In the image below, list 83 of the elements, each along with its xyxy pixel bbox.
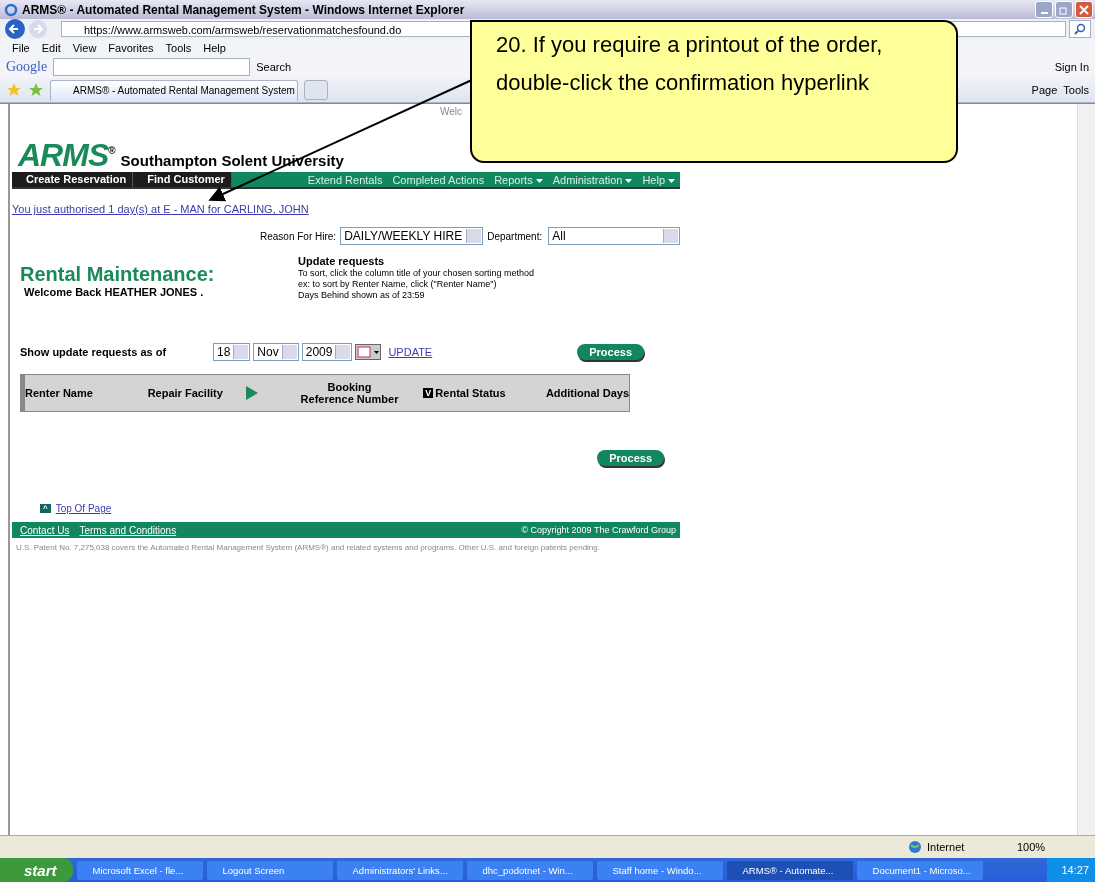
google-search-field[interactable] (53, 58, 251, 76)
start-button[interactable]: start (0, 858, 73, 882)
process-button[interactable]: Process (597, 450, 664, 466)
close-icon (1079, 4, 1089, 15)
update-link[interactable]: UPDATE (388, 346, 433, 358)
welcome-text: Welcome Back HEATHER JONES . (23, 286, 205, 298)
nav-link[interactable]: Reports (489, 173, 548, 186)
play-arrow-icon[interactable] (246, 386, 258, 400)
show-requests-label: Show update requests as of (20, 346, 168, 358)
browser-tab[interactable]: ARMS® - Automated Rental Management System (50, 79, 298, 101)
browser-icon (4, 2, 18, 17)
new-tab-button[interactable] (304, 80, 328, 100)
window-title: ARMS® - Automated Rental Management System - Windows Internet Explorer (22, 2, 465, 17)
taskbar-item[interactable]: Administrators' Links... (336, 860, 463, 880)
column-header[interactable]: Repair Facility (138, 387, 233, 399)
search-button[interactable] (1069, 20, 1091, 38)
restore-button[interactable] (1055, 1, 1073, 18)
callout-tooltip: 20. If you require a printout of the order, double-click the confirmation hyperlink (470, 20, 958, 163)
patent-notice: U.S. Patent No. 7,275,038 covers the Automated Rental Management System (ARMS®) and related systems and programs. Other U.S. and foreign patents pending. (16, 543, 601, 552)
menu-item[interactable]: Help (203, 41, 226, 54)
department-dropdown[interactable]: All (548, 227, 680, 245)
taskbar-item[interactable]: Staff home - Windo... (596, 860, 723, 880)
top-of-page-icon[interactable]: ^ (40, 504, 51, 513)
arms-logo: ARMS$^{®}$ (18, 136, 115, 172)
minimize-icon (1040, 11, 1048, 14)
top-of-page-link[interactable]: Top Of Page (55, 503, 112, 514)
calendar-icon[interactable] (355, 344, 382, 360)
zone-text: Internet (927, 841, 966, 853)
back-icon[interactable] (4, 18, 26, 40)
menu-item[interactable]: Edit (41, 41, 61, 54)
menu-item[interactable]: View (72, 41, 97, 54)
column-header[interactable]: Additional Days (545, 387, 629, 399)
nav-tab[interactable]: Create Reservation (12, 172, 134, 187)
caret-icon (668, 178, 675, 183)
process-button[interactable]: Process (577, 344, 644, 360)
nav-link[interactable]: Extend Rentals (302, 173, 388, 186)
search-button[interactable]: Search (256, 61, 292, 73)
department-label: Department: (487, 230, 543, 242)
globe-icon (908, 840, 922, 854)
column-header[interactable]: Booking Reference Number (297, 381, 402, 405)
footer-link[interactable]: Terms and Conditions (79, 524, 177, 536)
welcome-text: Welc (440, 106, 463, 117)
info-title: Update requests (298, 255, 386, 268)
copyright-text: © Copyright 2009 The Crawford Group (521, 525, 676, 535)
caret-icon (535, 178, 543, 183)
command-button[interactable]: Tools (1063, 84, 1089, 96)
info-text: To sort, click the column title of your chosen sorting method (298, 268, 535, 279)
nav-link[interactable]: Help (637, 173, 680, 186)
nav-link[interactable]: Administration (547, 173, 638, 186)
footer-link[interactable]: Contact Us (20, 524, 70, 536)
year-dropdown[interactable]: 2009 (301, 343, 353, 361)
page-heading: Rental Maintenance: (20, 263, 216, 286)
clock: 14:27 (1061, 864, 1089, 876)
command-button[interactable]: Page (1031, 84, 1058, 96)
close-button[interactable] (1075, 1, 1093, 18)
nav-tab[interactable]: Find Customer (133, 172, 232, 187)
menu-item[interactable]: Favorites (108, 41, 154, 54)
taskbar-item[interactable]: Microsoft Excel - fle... (76, 860, 203, 880)
restore-icon (1059, 4, 1069, 15)
day-dropdown[interactable]: 18 (213, 343, 251, 361)
favorites-star-icon[interactable] (6, 82, 22, 98)
confirmation-link[interactable]: You just authorised 1 day(s) at E - MAN for CARLING, JOHN (12, 203, 309, 215)
minimize-button[interactable] (1035, 1, 1053, 18)
column-header[interactable]: Renter Name (25, 387, 139, 399)
reason-dropdown[interactable]: DAILY/WEEKLY HIRE (340, 227, 484, 245)
nav-link[interactable]: Completed Actions (387, 173, 490, 186)
column-header[interactable]: Rental Status (435, 387, 506, 399)
month-dropdown[interactable]: Nov (253, 343, 299, 361)
taskbar-item[interactable]: dhc_podotnet - Win... (466, 860, 593, 880)
zoom-level[interactable]: 100% (1017, 841, 1087, 853)
google-logo: Google (6, 59, 48, 75)
reason-label: Reason For Hire: (260, 230, 337, 242)
menu-item[interactable]: File (12, 41, 30, 54)
caret-icon (625, 178, 633, 183)
sort-indicator[interactable]: V (423, 388, 434, 398)
taskbar-item[interactable]: Document1 - Microso... (856, 860, 983, 880)
info-text: Days Behind shown as of 23:59 (298, 290, 426, 301)
add-favorite-icon[interactable] (28, 82, 44, 98)
menu-item[interactable]: Tools (165, 41, 192, 54)
taskbar-item[interactable]: ARMS® - Automate... (726, 860, 853, 880)
sign-in-button[interactable]: Sign In (1054, 61, 1089, 73)
taskbar-item[interactable]: Logout Screen (206, 860, 333, 880)
info-text: ex: to sort by Renter Name, click ("Renter Name") (298, 279, 498, 290)
